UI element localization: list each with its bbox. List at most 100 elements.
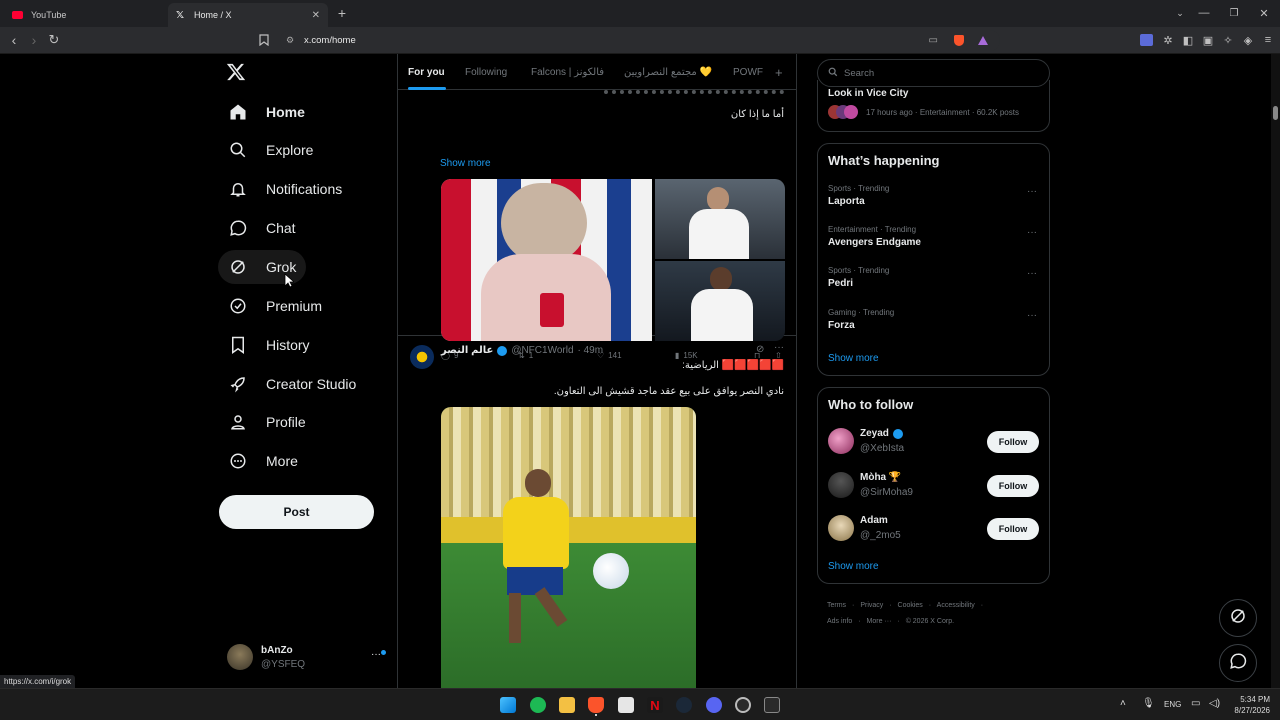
x-logo-icon[interactable] xyxy=(226,62,246,82)
follow-button[interactable]: Follow xyxy=(987,431,1039,453)
follow-button[interactable]: Follow xyxy=(987,475,1039,497)
microphone-icon[interactable]: 🎙 xyxy=(1142,698,1155,709)
tab-following[interactable]: Following xyxy=(465,54,507,90)
discord-icon[interactable] xyxy=(706,697,722,713)
grok-fab[interactable] xyxy=(1219,599,1257,637)
back-icon[interactable]: ‹ xyxy=(6,32,22,48)
url-field[interactable]: ⚙ x.com/home ▭ xyxy=(280,30,1000,51)
post[interactable]: عالم النصر @NFC1World · 49m ⊘ ··· 🟥🟥🟥🟥🟥 … xyxy=(398,337,796,688)
more-icon[interactable]: ··· xyxy=(1027,227,1037,238)
footer-link-more[interactable]: More ··· xyxy=(867,618,892,625)
messages-fab[interactable] xyxy=(1219,644,1257,682)
netflix-icon[interactable]: N xyxy=(647,697,663,713)
show-more-link[interactable]: Show more xyxy=(440,158,491,169)
wallet-icon[interactable]: ▣ xyxy=(1200,32,1216,48)
footer-link-cookies[interactable]: Cookies xyxy=(898,602,923,609)
scrollbar[interactable] xyxy=(1271,54,1280,688)
tab-nassr-community[interactable]: مجتمع النصراويين 💛 xyxy=(624,54,712,90)
language-indicator[interactable]: ENG xyxy=(1164,700,1181,709)
post-image-player-training[interactable] xyxy=(441,407,696,688)
clock[interactable]: 5:34 PM 8/27/2026 xyxy=(1230,694,1270,716)
nav-home[interactable]: Home xyxy=(218,95,315,129)
nav-notifications[interactable]: Notifications xyxy=(218,172,352,206)
bookmark-icon[interactable] xyxy=(257,33,271,47)
nav-chat[interactable]: Chat xyxy=(218,211,306,245)
forward-icon[interactable]: › xyxy=(26,32,42,48)
post[interactable]: أما ما إذا كان Show more ◯ 9 ⇅ 1 ♡ 141 ▮ 15 xyxy=(398,90,796,360)
file-explorer-icon[interactable] xyxy=(559,697,575,713)
tab-home-x[interactable]: 𝕏 Home / X ✕ xyxy=(168,3,328,27)
cast-icon[interactable]: ▭ xyxy=(929,35,938,46)
close-window-button[interactable]: ✕ xyxy=(1256,5,1272,21)
nav-premium[interactable]: Premium xyxy=(218,289,332,323)
active-tab-indicator xyxy=(408,87,446,90)
epic-games-icon[interactable] xyxy=(764,697,780,713)
trend-item[interactable]: Gaming · Trending Forza xyxy=(828,308,894,331)
tab-powf[interactable]: POWF xyxy=(733,54,763,90)
app-icon[interactable] xyxy=(735,697,751,713)
brave-rewards-icon[interactable] xyxy=(978,36,988,45)
footer-link-privacy[interactable]: Privacy xyxy=(860,602,883,609)
vpn-icon[interactable]: ◈ xyxy=(1240,32,1256,48)
minimize-button[interactable]: — xyxy=(1196,5,1212,21)
trending-event-card[interactable]: Look in Vice City 17 hours ago · Enterta… xyxy=(817,80,1050,132)
follow-button[interactable]: Follow xyxy=(987,518,1039,540)
grok-icon[interactable]: ⊘ xyxy=(756,344,764,355)
nav-more[interactable]: More xyxy=(218,444,308,478)
post-image-press-conference[interactable] xyxy=(441,179,652,341)
sidebar-icon[interactable]: ◧ xyxy=(1180,32,1196,48)
more-icon[interactable]: ··· xyxy=(774,342,784,353)
chevron-up-icon[interactable]: ˄ xyxy=(1120,698,1126,709)
follow-suggestion[interactable]: Mòha 🏆 @SirMoha9 Follow xyxy=(818,470,1049,504)
nav-profile[interactable]: Profile xyxy=(218,405,316,439)
volume-icon[interactable]: ◁) xyxy=(1209,698,1220,709)
microsoft-store-icon[interactable] xyxy=(618,697,634,713)
menu-icon[interactable]: ≡ xyxy=(1260,32,1276,48)
tab-youtube[interactable]: YouTube xyxy=(2,3,167,27)
windows-start-icon[interactable] xyxy=(500,697,516,713)
more-icon[interactable]: ··· xyxy=(1027,268,1037,279)
scrollbar-thumb[interactable] xyxy=(1273,106,1278,120)
author-name[interactable]: عالم النصر xyxy=(441,345,493,356)
trend-item[interactable]: Sports · Trending Pedri xyxy=(828,266,889,289)
site-settings-icon[interactable]: ⚙ xyxy=(286,35,294,46)
trend-item[interactable]: Sports · Trending Laporta xyxy=(828,184,889,207)
footer-link-ads-info[interactable]: Ads info xyxy=(827,618,852,625)
author-handle[interactable]: @NFC1World xyxy=(511,345,573,356)
follow-suggestion[interactable]: Zeyad @XebIsta Follow xyxy=(818,426,1049,460)
nav-creator-studio[interactable]: Creator Studio xyxy=(218,367,366,401)
add-tab-icon[interactable]: + xyxy=(775,54,783,90)
trend-item[interactable]: Entertainment · Trending Avengers Endgam… xyxy=(828,225,921,248)
follow-suggestion[interactable]: Adam @_2mo5 Follow xyxy=(818,513,1049,547)
footer-link-terms[interactable]: Terms xyxy=(827,602,846,609)
show-more-link[interactable]: Show more xyxy=(828,353,879,364)
post-image-player-2[interactable] xyxy=(655,261,785,341)
chevron-down-icon[interactable]: ⌄ xyxy=(1172,5,1188,21)
post-image-player-1[interactable] xyxy=(655,179,785,259)
network-icon[interactable]: ▭ xyxy=(1191,698,1200,709)
more-icon[interactable]: ··· xyxy=(1027,310,1037,321)
close-icon[interactable]: ✕ xyxy=(312,10,320,21)
extensions-icon[interactable]: ✲ xyxy=(1160,32,1176,48)
nav-explore[interactable]: Explore xyxy=(218,133,323,167)
maximize-button[interactable]: ❐ xyxy=(1226,5,1242,21)
tab-for-you[interactable]: For you xyxy=(408,54,445,90)
steam-icon[interactable] xyxy=(676,697,692,713)
account-switcher[interactable]: bAnZo @YSFEQ ··· xyxy=(220,640,390,678)
new-tab-button[interactable]: + xyxy=(334,5,350,21)
post-button[interactable]: Post xyxy=(219,495,374,529)
avatar[interactable] xyxy=(410,345,434,369)
reload-icon[interactable]: ↻ xyxy=(46,32,62,48)
more-icon[interactable]: ··· xyxy=(371,649,381,660)
post-time[interactable]: · 49m xyxy=(578,345,604,356)
show-more-link[interactable]: Show more xyxy=(828,561,879,572)
more-icon[interactable]: ··· xyxy=(1027,186,1037,197)
nav-history[interactable]: History xyxy=(218,328,320,362)
sparkle-icon[interactable]: ✧ xyxy=(1220,32,1236,48)
footer-link-accessibility[interactable]: Accessibility xyxy=(937,602,975,609)
brave-shield-icon[interactable] xyxy=(954,35,964,46)
tab-falcons[interactable]: Falcons | فالكونز xyxy=(531,54,604,90)
brave-browser-icon[interactable] xyxy=(588,697,604,713)
spotify-icon[interactable] xyxy=(530,697,546,713)
leo-ai-icon[interactable] xyxy=(1140,34,1153,46)
